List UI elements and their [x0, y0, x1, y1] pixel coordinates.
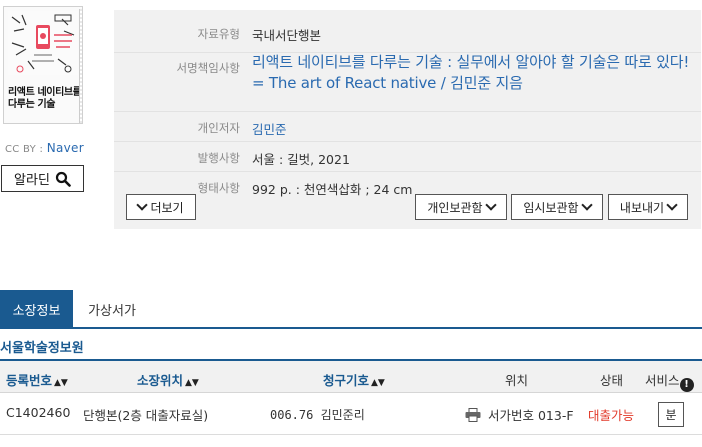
cover-title-text: 리액트 네이티브를 다루는 기술 — [8, 87, 82, 110]
personal-folder-button[interactable]: 개인보관함 — [415, 194, 507, 220]
info-value: 서울 : 길벗, 2021 — [252, 152, 350, 167]
chevron-down-icon — [484, 199, 497, 211]
bibliographic-info-panel: 자료유형 국내서단행본 서명책임사항 리액트 네이티브를 다루는 기술 : 실무… — [114, 10, 701, 229]
info-row-title: 서명책임사항 리액트 네이티브를 다루는 기술 : 실무에서 알아야 할 기술은… — [114, 53, 701, 112]
book-title: 리액트 네이티브를 다루는 기술 : 실무에서 알아야 할 기술은 따로 있다!… — [252, 53, 690, 92]
detail-tabs: 소장정보 가상서가 — [0, 290, 702, 329]
cell-call-no: 006.76 김민준리 — [270, 408, 365, 422]
info-value: 국내서단행본 — [252, 28, 322, 43]
author-link[interactable]: 김민준 — [252, 119, 287, 138]
cover-illustration — [8, 11, 78, 75]
info-label: 자료유형 — [197, 27, 240, 41]
printer-icon[interactable] — [465, 408, 481, 422]
info-label: 서명책임사항 — [176, 61, 240, 75]
aladin-search-button[interactable]: 알라딘 — [1, 165, 84, 192]
personal-folder-label: 개인보관함 — [427, 200, 483, 215]
info-label: 개인저자 — [197, 121, 240, 135]
header-call-no-label: 청구기호 — [323, 373, 370, 388]
temp-folder-button[interactable]: 임시보관함 — [511, 194, 603, 220]
chevron-down-icon — [136, 199, 149, 211]
tab-virtual-shelf[interactable]: 가상서가 — [73, 290, 151, 329]
info-row-publication: 발행사항 서울 : 길벗, 2021 — [114, 142, 701, 172]
sort-icon: ▲▼ — [54, 378, 68, 388]
more-button-label: 더보기 — [150, 200, 184, 215]
info-label: 발행사항 — [197, 151, 240, 165]
tab-holdings[interactable]: 소장정보 — [0, 290, 73, 329]
search-icon — [55, 171, 71, 187]
temp-folder-label: 임시보관함 — [523, 200, 579, 215]
service-button-label: 분 — [665, 408, 677, 422]
header-location-label: 소장위치 — [137, 373, 184, 388]
book-cover-image[interactable]: 리액트 네이티브를 다루는 기술 — [3, 6, 83, 124]
table-row: C1402460 단행본(2층 대출자료실) 006.76 김민준리 서가번호 … — [0, 393, 702, 435]
header-service: 서비스! — [645, 370, 694, 392]
more-button[interactable]: 더보기 — [126, 194, 196, 220]
chevron-down-icon — [666, 199, 678, 211]
header-status: 상태 — [600, 373, 624, 388]
cell-location: 단행본(2층 대출자료실) — [83, 408, 209, 423]
header-reg-no-label: 등록번호 — [6, 373, 53, 388]
info-icon[interactable]: ! — [679, 378, 694, 392]
library-name: 서울학술정보원 — [0, 341, 84, 356]
header-location[interactable]: 소장위치 ▲▼ — [137, 370, 199, 389]
export-button[interactable]: 내보내기 — [608, 194, 688, 220]
cover-page-edges — [79, 9, 82, 123]
info-row-material-type: 자료유형 국내서단행본 — [114, 10, 701, 53]
credit-source-link[interactable]: Naver — [47, 141, 84, 155]
header-position: 위치 — [505, 373, 529, 388]
export-label: 내보내기 — [619, 200, 665, 215]
info-value: 992 p. : 천연색삽화 ; 24 cm — [252, 182, 413, 197]
header-call-no[interactable]: 청구기호 ▲▼ — [323, 370, 385, 389]
sort-icon: ▲▼ — [371, 378, 385, 388]
header-service-label: 서비스 — [645, 373, 680, 388]
cell-reg-no: C1402460 — [6, 405, 71, 420]
service-button[interactable]: 분 — [658, 402, 684, 427]
info-row-author: 개인저자 김민준 — [114, 112, 701, 142]
image-credit: CC BY : Naver — [5, 141, 84, 155]
cell-position: 서가번호 013-F — [488, 408, 574, 423]
aladin-button-label: 알라딘 — [14, 173, 50, 188]
header-reg-no[interactable]: 등록번호 ▲▼ — [6, 370, 68, 389]
sort-icon: ▲▼ — [185, 378, 199, 388]
credit-prefix: CC BY : — [5, 144, 47, 155]
cell-status: 대출가능 — [588, 408, 635, 423]
holdings-table-header: 등록번호 ▲▼ 소장위치 ▲▼ 청구기호 ▲▼ 위치 상태 서비스! — [0, 359, 702, 393]
chevron-down-icon — [580, 199, 593, 211]
